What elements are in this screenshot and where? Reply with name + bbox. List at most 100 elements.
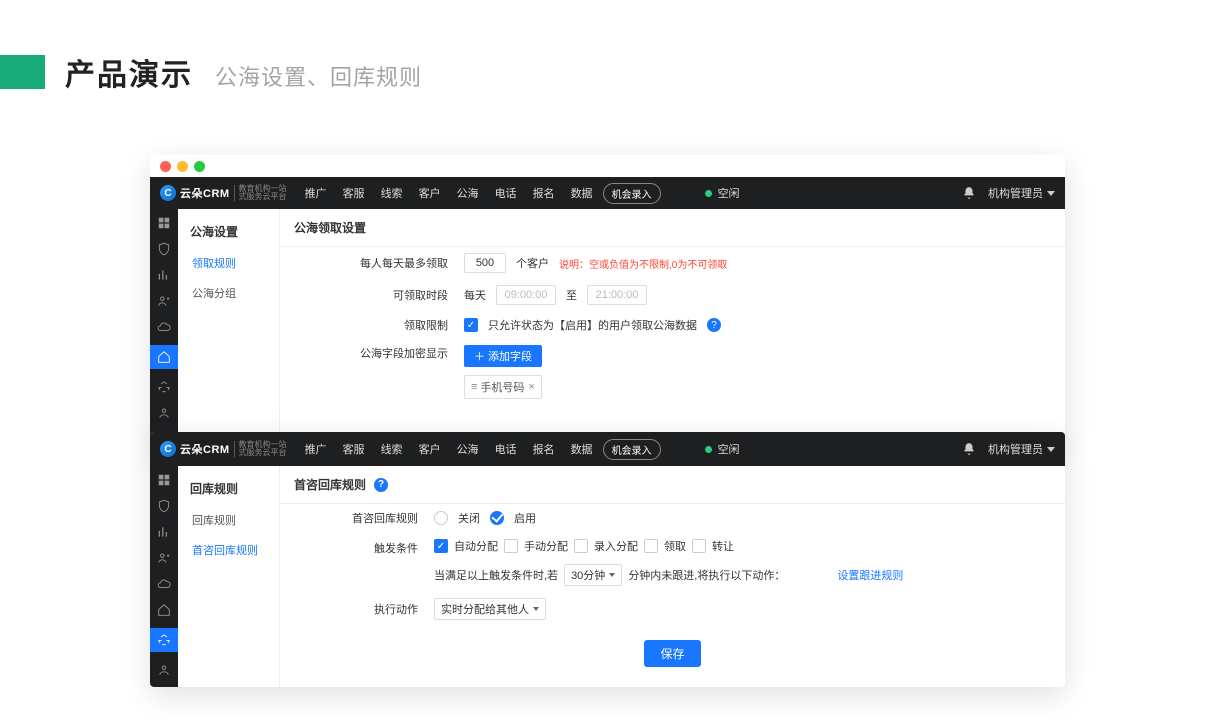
cond-mid: 分钟内未跟进,将执行以下动作：	[628, 567, 785, 583]
label-field-encrypt: 公海字段加密显示	[294, 345, 454, 361]
chevron-down-icon	[533, 607, 539, 611]
nav-grid-icon[interactable]	[156, 215, 172, 231]
save-button[interactable]: 保存	[644, 640, 700, 667]
link-set-follow-rule[interactable]: 设置跟进规则	[837, 567, 903, 583]
select-action[interactable]: 实时分配给其他人	[434, 598, 546, 620]
brand-logo[interactable]: C 云朵CRM 教育机构一站式服务云平台	[160, 185, 287, 201]
maximize-dot[interactable]	[194, 161, 205, 172]
nav-service[interactable]: 客服	[337, 441, 371, 457]
settings-content: 首咨回库规则 ? 首咨回库规则 关闭 启用 触发条件 ✓自动分配 手动分配 录入…	[280, 466, 1065, 687]
nav-recycle-icon[interactable]	[150, 628, 178, 652]
nav-people-icon[interactable]	[156, 662, 172, 678]
nav-opportunity-pill[interactable]: 机会录入	[603, 183, 661, 204]
user-name: 机构管理员	[988, 185, 1043, 201]
presence-status[interactable]: 空闲	[705, 185, 740, 201]
presence-label: 空闲	[718, 185, 740, 201]
checkbox-enabled-only[interactable]: ✓	[464, 318, 478, 332]
nav-people-icon[interactable]	[156, 405, 172, 421]
nav-chart-icon[interactable]	[156, 267, 172, 283]
nav-signup[interactable]: 报名	[527, 185, 561, 201]
select-minutes[interactable]: 30分钟	[564, 564, 622, 586]
radio-off[interactable]	[434, 511, 448, 525]
nav-leads[interactable]: 线索	[375, 441, 409, 457]
radio-on[interactable]	[490, 511, 504, 525]
nav-service[interactable]: 客服	[337, 185, 371, 201]
sidebar-title: 公海设置	[178, 215, 279, 248]
encrypted-field-tag[interactable]: ≡ 手机号码 ×	[464, 375, 542, 399]
input-time-from[interactable]	[496, 285, 556, 305]
label-action: 执行动作	[294, 601, 424, 617]
nav-data[interactable]: 数据	[565, 441, 599, 457]
help-icon[interactable]: ?	[707, 318, 721, 332]
top-nav: C 云朵CRM 教育机构一站式服务云平台 推广 客服 线索 客户 公海 电话 报…	[150, 177, 1065, 209]
logo-mark-icon: C	[160, 441, 176, 457]
nav-phone[interactable]: 电话	[489, 441, 523, 457]
nav-house-icon[interactable]	[150, 345, 178, 369]
presence-label: 空闲	[718, 441, 740, 457]
nav-promote[interactable]: 推广	[299, 185, 333, 201]
settings-sidebar: 公海设置 领取规则 公海分组	[178, 209, 280, 445]
sidebar-item-first-consult-rule[interactable]: 首咨回库规则	[178, 535, 279, 565]
nav-customers[interactable]: 客户	[413, 441, 447, 457]
user-menu[interactable]: 机构管理员	[988, 441, 1055, 457]
help-icon[interactable]: ?	[374, 478, 388, 492]
close-dot[interactable]	[160, 161, 171, 172]
nav-pool[interactable]: 公海	[451, 185, 485, 201]
nav-chart-icon[interactable]	[156, 524, 172, 540]
chk-input-assign[interactable]	[574, 539, 588, 553]
sidebar-item-pool-group[interactable]: 公海分组	[178, 278, 279, 308]
nav-data[interactable]: 数据	[565, 185, 599, 201]
bell-icon[interactable]	[962, 442, 976, 456]
window-controls	[150, 155, 1065, 177]
user-menu[interactable]: 机构管理员	[988, 185, 1055, 201]
nav-signup[interactable]: 报名	[527, 441, 561, 457]
remove-tag-icon[interactable]: ×	[528, 381, 534, 393]
label-to: 至	[566, 287, 577, 303]
top-nav-2: C 云朵CRM 教育机构一站式服务云平台 推广 客服 线索 客户 公海 电话 报…	[150, 432, 1065, 466]
nav-leads[interactable]: 线索	[375, 185, 409, 201]
brand-logo[interactable]: C 云朵CRM 教育机构一站式服务云平台	[160, 441, 287, 457]
presence-status[interactable]: 空闲	[705, 441, 740, 457]
nav-shield-icon[interactable]	[156, 498, 172, 514]
minimize-dot[interactable]	[177, 161, 188, 172]
label-claim-window: 可领取时段	[294, 287, 454, 303]
section-title: 首咨回库规则 ?	[280, 466, 1065, 504]
nav-user-icon[interactable]	[156, 550, 172, 566]
chk-claim[interactable]	[644, 539, 658, 553]
brand-tagline: 教育机构一站式服务云平台	[234, 185, 287, 201]
add-field-button[interactable]: ＋添加字段	[464, 345, 542, 367]
input-time-to[interactable]	[587, 285, 647, 305]
section-title: 公海领取设置	[280, 209, 1065, 247]
tag-label: 手机号码	[480, 379, 524, 395]
chk-auto-assign[interactable]: ✓	[434, 539, 448, 553]
nav-recycle-icon[interactable]	[156, 379, 172, 395]
bell-icon[interactable]	[962, 186, 976, 200]
nav-cloud-icon[interactable]	[156, 319, 172, 335]
nav-house-icon[interactable]	[156, 602, 172, 618]
input-max-claim[interactable]	[464, 253, 506, 273]
nav-shield-icon[interactable]	[156, 241, 172, 257]
brand-name: 云朵CRM	[180, 441, 230, 457]
slide-heading: 产品演示	[65, 50, 193, 94]
chevron-down-icon	[1047, 191, 1055, 196]
chk-transfer[interactable]	[692, 539, 706, 553]
nav-opportunity-pill[interactable]: 机会录入	[603, 439, 661, 460]
app-window-2: C 云朵CRM 教育机构一站式服务云平台 推广 客服 线索 客户 公海 电话 报…	[150, 432, 1065, 687]
sidebar-item-claim-rule[interactable]: 领取规则	[178, 248, 279, 278]
nav-phone[interactable]: 电话	[489, 185, 523, 201]
chk-manual-assign[interactable]	[504, 539, 518, 553]
slide-title: 产品演示 公海设置、回库规则	[0, 0, 1210, 94]
accent-block	[0, 55, 45, 89]
label-first-consult: 首咨回库规则	[294, 510, 424, 526]
sidebar-item-return-rule[interactable]: 回库规则	[178, 505, 279, 535]
presence-dot-icon	[705, 190, 712, 197]
nav-grid-icon[interactable]	[156, 472, 172, 488]
nav-cloud-icon[interactable]	[156, 576, 172, 592]
nav-pool[interactable]: 公海	[451, 441, 485, 457]
app-window-1: C 云朵CRM 教育机构一站式服务云平台 推广 客服 线索 客户 公海 电话 报…	[150, 155, 1065, 445]
slide-subtitle: 公海设置、回库规则	[215, 60, 422, 92]
nav-promote[interactable]: 推广	[299, 441, 333, 457]
nav-user-icon[interactable]	[156, 293, 172, 309]
nav-customers[interactable]: 客户	[413, 185, 447, 201]
sidebar-title: 回库规则	[178, 472, 279, 505]
